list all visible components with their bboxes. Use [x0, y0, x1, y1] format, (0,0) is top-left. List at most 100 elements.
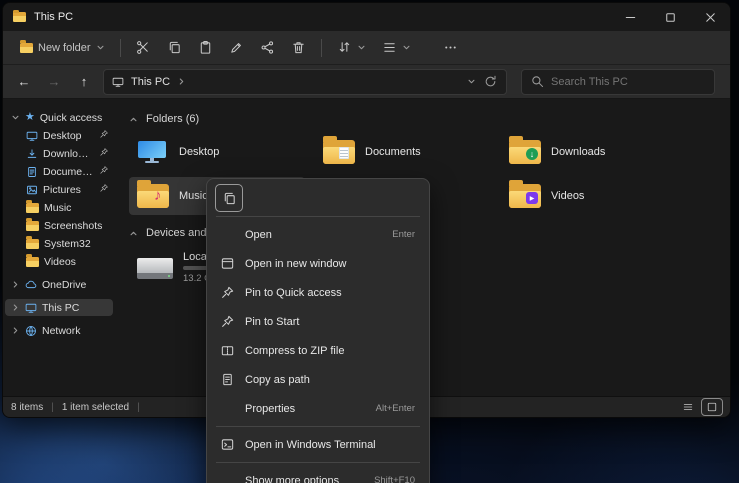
- up-button[interactable]: ↑: [71, 69, 97, 95]
- context-menu-item-compress-zip[interactable]: Compress to ZIP file: [211, 336, 425, 365]
- sidebar-item-network[interactable]: Network: [5, 322, 113, 339]
- sidebar-item-documents[interactable]: Documents: [5, 163, 113, 180]
- folder-icon: [26, 203, 39, 213]
- documents-folder-icon: [323, 140, 355, 164]
- search-box[interactable]: [521, 69, 715, 95]
- sort-icon: [337, 40, 352, 55]
- pin-icon: [99, 165, 109, 178]
- sidebar-item-music[interactable]: Music: [5, 199, 113, 216]
- back-button[interactable]: ←: [11, 69, 37, 95]
- sidebar-item-desktop[interactable]: Desktop: [5, 127, 113, 144]
- sidebar-item-label: Screenshots: [44, 220, 102, 232]
- pin-icon: [219, 285, 235, 301]
- menu-item-label: Pin to Start: [245, 316, 299, 328]
- titlebar: This PC: [3, 3, 730, 31]
- sidebar-item-pictures[interactable]: Pictures: [5, 181, 113, 198]
- menu-item-label: Properties: [245, 403, 295, 415]
- menu-item-label: Show more options: [245, 475, 339, 483]
- folder-name: Music: [179, 190, 208, 202]
- sidebar-item-system32[interactable]: System32: [5, 235, 113, 252]
- address-dropdown-icon[interactable]: [467, 77, 476, 86]
- sidebar-item-onedrive[interactable]: OneDrive: [5, 276, 113, 293]
- computer-icon: [112, 76, 124, 88]
- context-menu-item-copy-as-path[interactable]: Copy as path: [211, 365, 425, 394]
- refresh-icon[interactable]: [483, 74, 498, 89]
- sidebar-item-this-pc[interactable]: This PC: [5, 299, 113, 316]
- copy-button[interactable]: [160, 35, 189, 61]
- folder-tile-documents[interactable]: Documents: [315, 133, 491, 171]
- window-title: This PC: [34, 11, 73, 23]
- sidebar-item-quick-access[interactable]: ★ Quick access: [5, 109, 113, 126]
- new-folder-label: New folder: [38, 42, 91, 54]
- more-options-button[interactable]: [436, 35, 465, 61]
- close-button[interactable]: [690, 3, 730, 31]
- menu-item-label: Copy as path: [245, 374, 310, 386]
- folder-tile-desktop[interactable]: Desktop: [129, 133, 305, 171]
- context-menu-item-pin-start[interactable]: Pin to Start: [211, 307, 425, 336]
- folders-section-header[interactable]: Folders (6): [129, 113, 730, 125]
- context-menu-item-pin-quick-access[interactable]: Pin to Quick access: [211, 278, 425, 307]
- folder-icon: [26, 239, 39, 249]
- chevron-up-icon: [129, 229, 138, 238]
- sidebar-item-label: Downloads: [43, 148, 94, 160]
- cut-button[interactable]: [129, 35, 158, 61]
- rename-button[interactable]: [222, 35, 251, 61]
- folder-tile-videos[interactable]: ▶ Videos: [501, 177, 677, 215]
- zip-icon: [219, 343, 235, 359]
- toolbar-separator: [120, 39, 121, 57]
- menu-item-label: Compress to ZIP file: [245, 345, 344, 357]
- picture-icon: [26, 184, 38, 196]
- context-menu-item-properties[interactable]: Properties Alt+Enter: [211, 394, 425, 423]
- context-menu-item-open-terminal[interactable]: Open in Windows Terminal: [211, 430, 425, 459]
- hard-drive-icon: [137, 255, 173, 281]
- navigation-bar: ← → ↑ This PC: [3, 65, 730, 99]
- paste-icon: [198, 40, 213, 55]
- sidebar-item-screenshots[interactable]: Screenshots: [5, 217, 113, 234]
- sidebar-item-label: Quick access: [40, 112, 102, 124]
- document-icon: [26, 166, 38, 178]
- delete-button[interactable]: [284, 35, 313, 61]
- videos-folder-icon: ▶: [509, 184, 541, 208]
- paste-button[interactable]: [191, 35, 220, 61]
- copy-quick-action-button[interactable]: [216, 185, 242, 211]
- menu-separator: [216, 426, 420, 427]
- folder-name: Desktop: [179, 146, 219, 158]
- large-icons-view-button[interactable]: [702, 399, 722, 415]
- maximize-button[interactable]: [650, 3, 690, 31]
- address-bar[interactable]: This PC: [103, 69, 507, 95]
- pin-icon: [99, 147, 109, 160]
- sidebar: ★ Quick access Desktop Downloads Documen…: [3, 99, 115, 396]
- context-menu-item-open-new-window[interactable]: Open in new window: [211, 249, 425, 278]
- sidebar-item-label: Videos: [44, 256, 76, 268]
- folder-name: Documents: [365, 146, 421, 158]
- breadcrumb-location[interactable]: This PC: [131, 76, 170, 88]
- menu-item-shortcut: Shift+F10: [374, 475, 415, 483]
- view-button[interactable]: [375, 35, 418, 61]
- monitor-icon: [26, 130, 38, 142]
- chevron-up-icon: [129, 115, 138, 124]
- cut-icon: [136, 40, 151, 55]
- folder-tile-downloads[interactable]: ↓ Downloads: [501, 133, 677, 171]
- sidebar-item-downloads[interactable]: Downloads: [5, 145, 113, 162]
- share-button[interactable]: [253, 35, 282, 61]
- download-icon: [26, 148, 38, 160]
- context-menu-item-show-more-options[interactable]: Show more options Shift+F10: [211, 466, 425, 483]
- desktop-folder-icon: [137, 140, 169, 164]
- minimize-button[interactable]: [610, 3, 650, 31]
- forward-button[interactable]: →: [41, 69, 67, 95]
- sort-button[interactable]: [330, 35, 373, 61]
- chevron-right-icon: [11, 280, 20, 289]
- details-view-button[interactable]: [678, 399, 698, 415]
- view-icon: [382, 40, 397, 55]
- chevron-right-icon: [177, 77, 186, 86]
- folder-icon: [26, 257, 39, 267]
- new-folder-button[interactable]: New folder: [13, 35, 112, 61]
- search-input[interactable]: [551, 76, 706, 88]
- menu-item-shortcut: Alt+Enter: [376, 403, 415, 414]
- sidebar-item-label: Music: [44, 202, 71, 214]
- chevron-down-icon: [357, 43, 366, 52]
- downloads-folder-icon: ↓: [509, 140, 541, 164]
- context-menu-item-open[interactable]: Open Enter: [211, 220, 425, 249]
- sidebar-item-videos[interactable]: Videos: [5, 253, 113, 270]
- menu-item-shortcut: Enter: [392, 229, 415, 240]
